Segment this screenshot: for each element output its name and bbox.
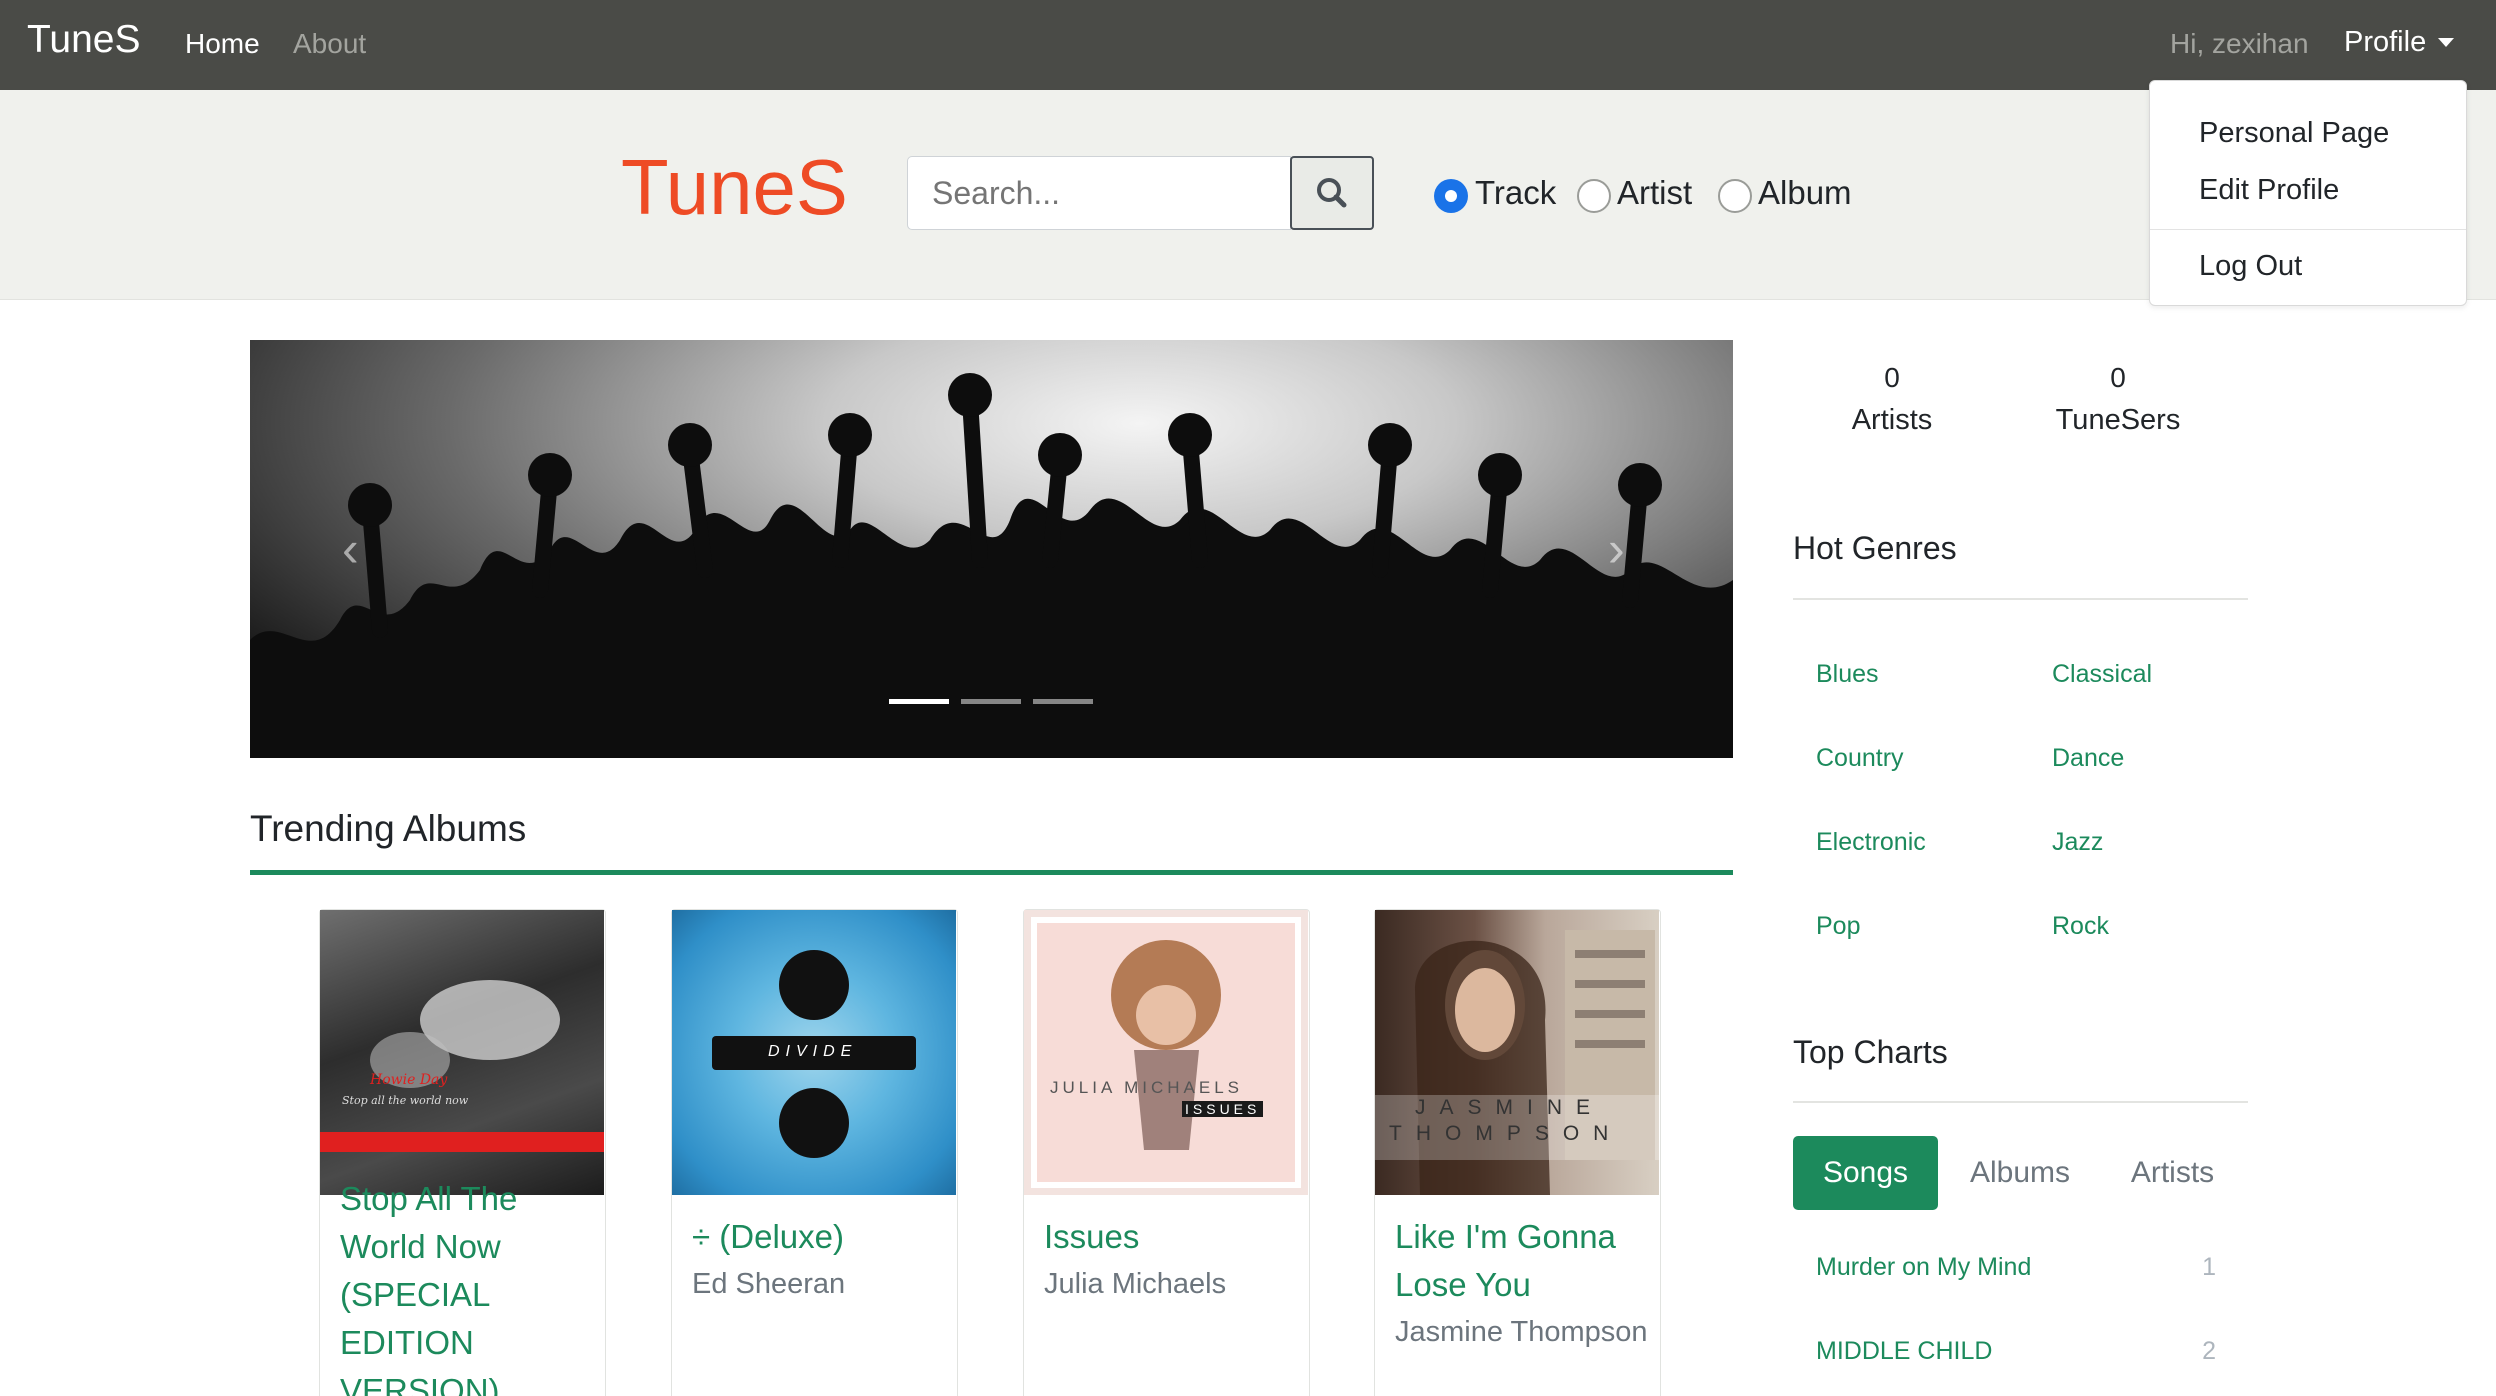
menu-divider bbox=[2150, 229, 2466, 230]
carousel-indicator-3[interactable] bbox=[1033, 699, 1093, 704]
album-cover[interactable]: JASMINE THOMPSON bbox=[1375, 910, 1659, 1195]
carousel-indicator-1[interactable] bbox=[889, 699, 949, 704]
profile-dropdown-menu: Personal Page Edit Profile Log Out bbox=[2149, 80, 2467, 306]
menu-item-log-out[interactable]: Log Out bbox=[2199, 250, 2302, 283]
site-logo[interactable]: TuneS bbox=[621, 142, 848, 233]
album-cover-title: JASMINE bbox=[1415, 1096, 1605, 1119]
menu-item-personal-page[interactable]: Personal Page bbox=[2199, 117, 2389, 150]
chart-item-rank: 1 bbox=[2202, 1253, 2216, 1281]
album-card[interactable]: JULIA MICHAELS ISSUES Issues Julia Micha… bbox=[1023, 909, 1310, 1396]
navbar-brand[interactable]: TuneS bbox=[27, 18, 140, 62]
genre-link[interactable]: Classical bbox=[2052, 660, 2152, 689]
album-cover-title: JULIA MICHAELS bbox=[1050, 1078, 1243, 1097]
album-cover-subtitle: Stop all the world now bbox=[342, 1094, 469, 1107]
chevron-left-icon[interactable]: ‹ bbox=[342, 520, 359, 578]
genre-link[interactable]: Electronic bbox=[1816, 828, 1926, 857]
caret-down-icon[interactable] bbox=[2438, 38, 2454, 47]
genre-link[interactable]: Country bbox=[1816, 744, 1904, 773]
album-cover[interactable]: Howie Day Stop all the world now bbox=[320, 910, 604, 1195]
album-card[interactable]: DIVIDE ÷ (Deluxe) Ed Sheeran bbox=[671, 909, 958, 1396]
chart-item-rank: 2 bbox=[2202, 1337, 2216, 1365]
tunesers-count: 0 bbox=[2110, 362, 2126, 393]
section-divider bbox=[250, 870, 1733, 875]
chart-item-name[interactable]: Murder on My Mind bbox=[1816, 1253, 2031, 1282]
album-cover-art bbox=[320, 980, 604, 1152]
nav-home-link[interactable]: Home bbox=[185, 28, 260, 60]
album-artist: Julia Michaels bbox=[1044, 1268, 1227, 1300]
album-card[interactable]: Howie Day Stop all the world now Stop Al… bbox=[319, 909, 606, 1396]
carousel-indicator-2[interactable] bbox=[961, 699, 1021, 704]
menu-item-edit-profile[interactable]: Edit Profile bbox=[2199, 174, 2339, 207]
genre-link[interactable]: Pop bbox=[1816, 912, 1860, 941]
hot-genres-title: Hot Genres bbox=[1793, 530, 1957, 566]
album-title[interactable]: Stop All The World Now (SPECIAL EDITION … bbox=[340, 1175, 600, 1396]
profile-dropdown-toggle[interactable]: Profile bbox=[2344, 26, 2426, 59]
section-divider bbox=[1793, 598, 2248, 600]
album-artist: Ed Sheeran bbox=[692, 1268, 846, 1300]
album-card[interactable]: JASMINE THOMPSON Like I'm Gonna Lose You… bbox=[1374, 909, 1661, 1396]
album-cover-title: DIVIDE bbox=[768, 1043, 858, 1060]
section-divider bbox=[1793, 1101, 2248, 1103]
chevron-right-icon[interactable]: › bbox=[1608, 520, 1625, 578]
tab-songs[interactable]: Songs bbox=[1793, 1136, 1938, 1210]
nav-about-link[interactable]: About bbox=[293, 28, 366, 60]
radio-album-label[interactable]: Album bbox=[1758, 174, 1852, 212]
album-cover-subtitle: ISSUES bbox=[1182, 1101, 1264, 1117]
album-cover[interactable]: DIVIDE bbox=[672, 910, 956, 1195]
search-input[interactable] bbox=[907, 156, 1291, 230]
album-title[interactable]: ÷ (Deluxe) bbox=[692, 1213, 952, 1261]
concert-crowd-image bbox=[250, 373, 1733, 758]
tunesers-label: TuneSers bbox=[2055, 404, 2181, 436]
search-button[interactable] bbox=[1290, 156, 1374, 230]
radio-track-label[interactable]: Track bbox=[1475, 174, 1556, 212]
radio-track[interactable] bbox=[1434, 179, 1468, 213]
user-greeting: Hi, zexihan bbox=[2170, 28, 2309, 59]
genre-link[interactable]: Blues bbox=[1816, 660, 1879, 689]
genre-link[interactable]: Jazz bbox=[2052, 828, 2103, 857]
search-header: TuneS Track Artist Album bbox=[0, 90, 2496, 300]
search-icon bbox=[1317, 178, 1347, 208]
album-title[interactable]: Issues bbox=[1044, 1213, 1304, 1261]
genre-link[interactable]: Rock bbox=[2052, 912, 2109, 941]
trending-albums-title: Trending Albums bbox=[250, 808, 527, 849]
album-cover-subtitle: THOMPSON bbox=[1389, 1122, 1623, 1145]
album-cover-art bbox=[1375, 930, 1659, 1195]
top-charts-title: Top Charts bbox=[1793, 1034, 1948, 1070]
album-cover[interactable]: JULIA MICHAELS ISSUES bbox=[1024, 910, 1308, 1195]
album-title[interactable]: Like I'm Gonna Lose You bbox=[1395, 1213, 1655, 1309]
chart-item-name[interactable]: MIDDLE CHILD bbox=[1816, 1337, 1992, 1366]
artists-label: Artists bbox=[1851, 404, 1933, 436]
album-artist: Jasmine Thompson bbox=[1395, 1316, 1648, 1348]
artists-count: 0 bbox=[1884, 362, 1900, 393]
radio-artist[interactable] bbox=[1577, 179, 1611, 213]
radio-artist-label[interactable]: Artist bbox=[1617, 174, 1692, 212]
top-navbar: TuneS Home About Hi, zexihan Profile bbox=[0, 0, 2496, 90]
tab-albums[interactable]: Albums bbox=[1955, 1136, 2085, 1210]
album-cover-art bbox=[1031, 917, 1301, 1188]
hero-carousel[interactable]: ‹ › bbox=[250, 340, 1733, 758]
album-cover-title: Howie Day bbox=[370, 1072, 448, 1088]
radio-album[interactable] bbox=[1718, 179, 1752, 213]
genre-link[interactable]: Dance bbox=[2052, 744, 2124, 773]
tab-artists[interactable]: Artists bbox=[2110, 1136, 2235, 1210]
